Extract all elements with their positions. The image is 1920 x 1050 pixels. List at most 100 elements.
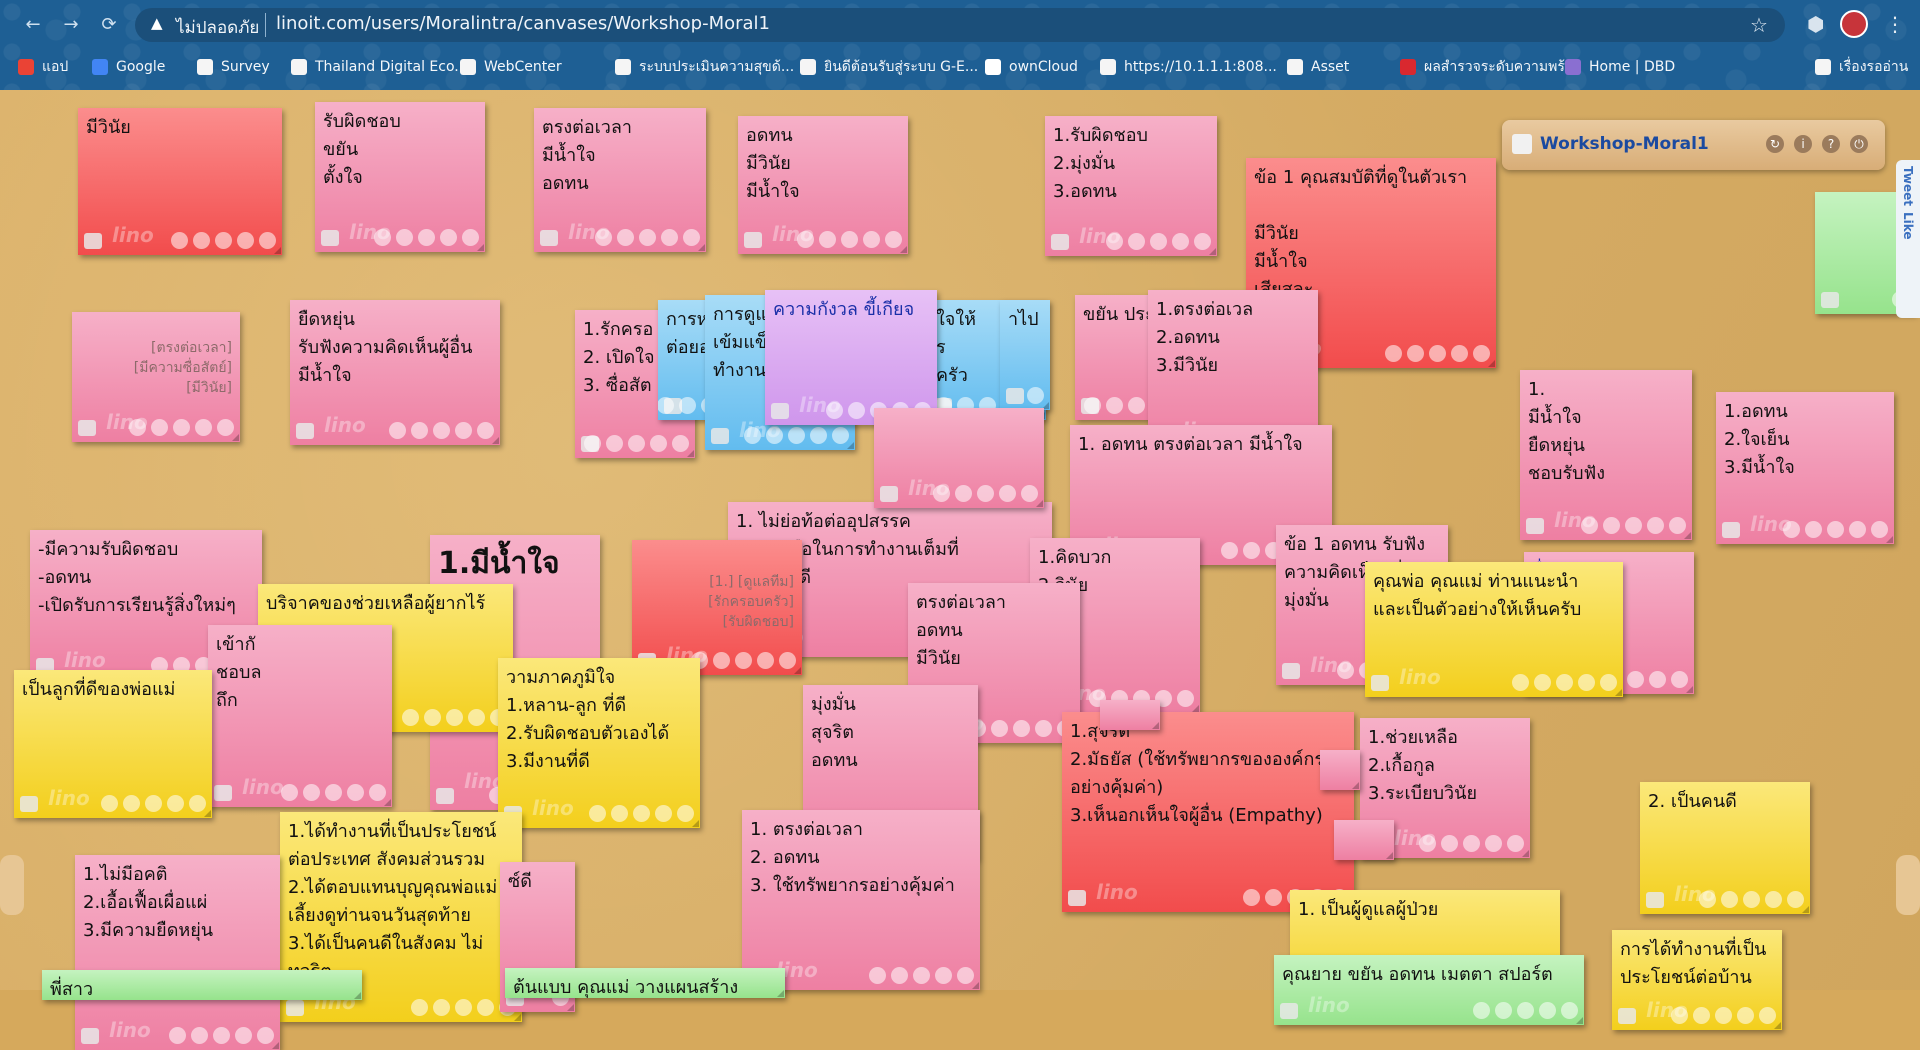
bookmark-item[interactable]: ผลสำรวจระดับความพร้... <box>1400 56 1578 78</box>
calendar-icon[interactable] <box>396 229 413 246</box>
calendar-icon[interactable] <box>1534 674 1551 691</box>
download-icon[interactable] <box>1647 517 1664 534</box>
peel-icon[interactable] <box>633 805 650 822</box>
bookmark-item[interactable]: https://10.1.1.1:808... <box>1100 56 1277 78</box>
sticky-note[interactable]: การได้ทำงานที่เป็น ประโยชน์ต่อบ้าน lino <box>1612 930 1782 1030</box>
download-icon[interactable] <box>1765 891 1782 908</box>
calendar-icon[interactable] <box>191 1027 208 1044</box>
download-icon[interactable] <box>999 485 1016 502</box>
sticky-note[interactable]: วามภาคภูมิใจ 1.หลาน-ลูก ที่ดี 2.รับผิดชอ… <box>498 658 700 828</box>
calendar-icon[interactable] <box>1805 521 1822 538</box>
peel-icon[interactable] <box>977 485 994 502</box>
url-text[interactable]: linoit.com/users/Moralintra/canvases/Wor… <box>276 13 770 34</box>
peel-icon[interactable] <box>628 435 645 452</box>
peel-icon[interactable] <box>173 419 190 436</box>
peel-icon[interactable] <box>418 229 435 246</box>
edit-icon[interactable] <box>1084 397 1101 414</box>
edit-icon[interactable] <box>411 999 428 1016</box>
peel-icon[interactable] <box>913 967 930 984</box>
download-icon[interactable] <box>1737 1007 1754 1024</box>
sticky-note[interactable]: 2. เป็นคนดี lino <box>1640 782 1810 914</box>
sticky-note[interactable]: าไป <box>1000 300 1050 410</box>
resize-handle[interactable] <box>514 1014 521 1021</box>
canvas-board[interactable]: มีวินัย lino รับผิดชอบ ขยัน ตั้งใจ lino ตรงต… <box>0 90 1920 1050</box>
sticky-note[interactable]: อดทน มีวินัย มีน้ำใจ lino <box>738 116 908 254</box>
sticky-note[interactable]: มีวินัย lino <box>78 108 282 255</box>
edit-icon[interactable] <box>658 397 674 414</box>
sticky-note[interactable]: เข้ากั ชอบล ถึก lino <box>208 625 392 807</box>
edit-icon[interactable] <box>129 419 146 436</box>
edit-icon[interactable] <box>933 485 950 502</box>
peel-icon[interactable] <box>433 422 450 439</box>
download-icon[interactable] <box>650 435 667 452</box>
resize-handle[interactable] <box>232 434 239 441</box>
download-icon[interactable] <box>661 229 678 246</box>
peel-icon[interactable] <box>446 709 463 726</box>
calendar-icon[interactable] <box>1721 891 1738 908</box>
edit-icon[interactable] <box>1385 345 1402 362</box>
sticky-note[interactable] <box>1334 820 1394 860</box>
sticky-note[interactable] <box>1320 750 1360 790</box>
like-button[interactable]: Like <box>1901 212 1915 240</box>
peel-icon[interactable] <box>145 795 162 812</box>
peel-icon[interactable] <box>1128 397 1145 414</box>
sticky-note[interactable]: ยืดหยุ่น รับฟังความคิดเห็นผู้อื่น มีน้ำใ… <box>290 300 500 445</box>
forward-icon[interactable]: → <box>60 14 82 36</box>
sticky-note[interactable]: 1.รับผิดชอบ 2.มุ่งมั่น 3.อดทน lino <box>1045 116 1217 256</box>
sticky-note[interactable]: เป็นลูกที่ดีของพ่อแม่ lino <box>14 670 212 818</box>
resize-handle[interactable] <box>1802 906 1809 913</box>
resize-handle[interactable] <box>1576 1017 1583 1024</box>
resize-handle[interactable] <box>567 1004 574 1011</box>
bookmark-star-icon[interactable]: ☆ <box>1750 13 1768 37</box>
download-icon[interactable] <box>863 231 880 248</box>
bookmark-item[interactable]: ยินดีต้อนรับสู่ระบบ G-E... <box>800 56 978 78</box>
bookmark-item[interactable]: เรื่องรออ่าน <box>1815 56 1908 78</box>
peel-icon[interactable] <box>325 784 342 801</box>
edit-icon[interactable] <box>389 422 406 439</box>
calendar-icon[interactable] <box>1495 1002 1512 1019</box>
edit-icon[interactable] <box>826 402 843 419</box>
peel-icon[interactable] <box>841 231 858 248</box>
scroll-left-handle[interactable] <box>0 855 24 915</box>
edit-icon[interactable] <box>171 232 188 249</box>
insecure-label[interactable]: ไม่ปลอดภัย <box>176 14 259 41</box>
help-icon[interactable]: ? <box>1822 135 1840 153</box>
sticky-note[interactable]: 1.สุจริต 2.มัธยัส (ใช้ทรัพยากรขององค์กร … <box>1062 712 1354 912</box>
download-icon[interactable] <box>195 419 212 436</box>
resize-handle[interactable] <box>1386 852 1393 859</box>
calendar-icon[interactable] <box>1407 345 1424 362</box>
resize-handle[interactable] <box>794 667 801 674</box>
resize-handle[interactable] <box>1192 705 1199 712</box>
calendar-icon[interactable] <box>1693 1007 1710 1024</box>
sticky-note[interactable]: ความกังวล ขี้เกียจ lino <box>765 290 937 425</box>
resize-handle[interactable] <box>777 990 784 997</box>
edit-icon[interactable] <box>1221 542 1238 559</box>
note-tags[interactable]: [ตรงต่อเวลา] [มีความซื่อสัตย์] [มีวินัย] <box>134 338 232 398</box>
edit-icon[interactable] <box>595 229 612 246</box>
download-icon[interactable] <box>1172 233 1189 250</box>
peel-icon[interactable] <box>215 232 232 249</box>
warning-icon[interactable]: ▲ <box>151 14 163 32</box>
download-icon[interactable] <box>757 652 774 669</box>
peel-icon[interactable] <box>1743 891 1760 908</box>
edit-icon[interactable] <box>281 784 298 801</box>
refresh-icon[interactable]: ↻ <box>1766 135 1784 153</box>
download-icon[interactable] <box>347 784 364 801</box>
bookmark-item[interactable]: Thailand Digital Eco... <box>291 56 468 78</box>
sticky-note[interactable]: พี่สาว <box>42 970 362 1000</box>
peel-icon[interactable] <box>1627 671 1644 688</box>
edit-icon[interactable] <box>1473 1002 1490 1019</box>
peel-icon[interactable] <box>1715 1007 1732 1024</box>
info-icon[interactable]: i <box>1794 135 1812 153</box>
edit-icon[interactable] <box>1243 889 1260 906</box>
edit-icon[interactable] <box>584 435 601 452</box>
calendar-icon[interactable] <box>123 795 140 812</box>
peel-icon[interactable] <box>1463 835 1480 852</box>
sticky-note[interactable]: 1. มีน้ำใจ ยืดหยุ่น ชอบรับฟัง lino <box>1520 370 1692 540</box>
calendar-icon[interactable] <box>433 999 450 1016</box>
resize-handle[interactable] <box>692 820 699 827</box>
download-icon[interactable] <box>655 805 672 822</box>
calendar-icon[interactable] <box>424 709 441 726</box>
sticky-note[interactable]: ตรงต่อเวลา มีน้ำใจ อดทน lino <box>534 108 706 252</box>
calendar-icon[interactable] <box>1106 397 1123 414</box>
